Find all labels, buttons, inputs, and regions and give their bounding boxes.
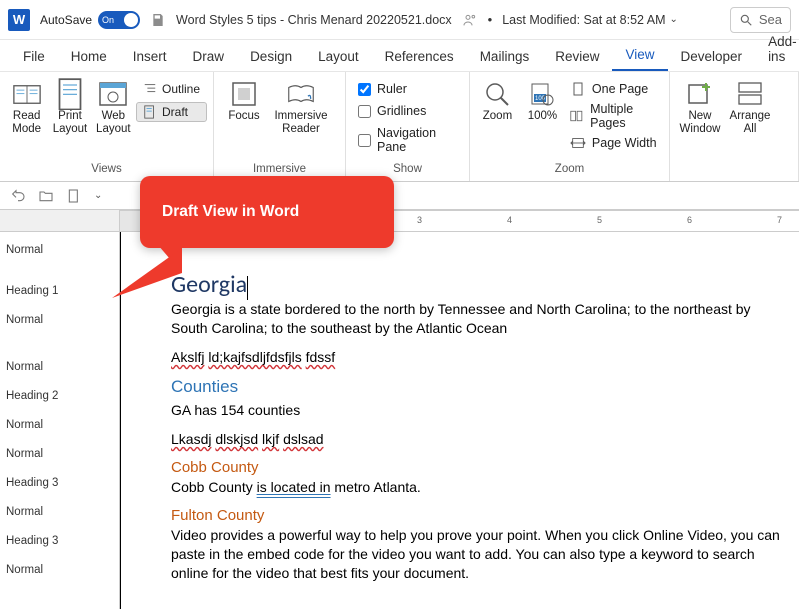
web-layout-icon (99, 80, 127, 108)
tab-review[interactable]: Review (542, 42, 612, 71)
undo-icon[interactable] (10, 188, 26, 204)
quick-access-row: ⌄ (0, 182, 799, 210)
multiple-pages-button[interactable]: Multiple Pages (570, 102, 663, 130)
ruler-gutter (0, 210, 120, 231)
style-row: Heading 3 (0, 529, 119, 558)
para-junk-1: Akslfj ld;kajfsdljfdsfjls fdssf (171, 348, 787, 367)
tab-layout[interactable]: Layout (305, 42, 372, 71)
tab-file[interactable]: File (10, 42, 58, 71)
gridlines-checkbox-input[interactable] (358, 105, 371, 118)
outline-icon (143, 82, 157, 96)
tab-mailings[interactable]: Mailings (467, 42, 543, 71)
para-counties: GA has 154 counties (171, 401, 787, 420)
tab-draw[interactable]: Draw (180, 42, 238, 71)
para-junk-2: Lkasdj dlskjsd lkjf dslsad (171, 430, 787, 449)
ribbon-group-views: Read Mode Print Layout Web Layout Outlin… (0, 72, 214, 181)
ribbon: Read Mode Print Layout Web Layout Outlin… (0, 72, 799, 182)
save-icon[interactable] (150, 12, 166, 28)
ribbon-group-window: New Window Arrange All (670, 72, 799, 181)
style-row: Normal (0, 442, 119, 471)
callout-text: Draft View in Word (162, 203, 299, 221)
draft-view-button[interactable]: Draft (136, 102, 207, 122)
word-app-icon: W (8, 9, 30, 31)
ruler-checkbox[interactable]: Ruler (358, 82, 407, 96)
arrange-all-button[interactable]: Arrange All (726, 76, 774, 136)
heading-georgia: Georgia (171, 270, 247, 299)
autosave-control[interactable]: AutoSave On (40, 11, 140, 29)
style-row: Heading 1 (0, 279, 119, 308)
style-row: Normal (0, 558, 119, 587)
new-window-icon (686, 80, 714, 108)
immersive-reader-button[interactable]: Immersive Reader (270, 76, 332, 136)
ribbon-group-zoom: Zoom 100 100% One Page Multiple Pages Pa… (470, 72, 670, 181)
one-page-icon (570, 82, 586, 96)
style-row: Heading 2 (0, 384, 119, 413)
draft-icon (143, 105, 157, 119)
text-cursor (247, 276, 248, 300)
last-modified-label[interactable]: Last Modified: Sat at 8:52 AM ⌄ (502, 13, 678, 27)
arrange-all-icon (736, 80, 764, 108)
style-area-pane: Normal Heading 1 Normal Normal Heading 2… (0, 232, 120, 609)
ribbon-group-immersive: Focus Immersive Reader Immersive (214, 72, 346, 181)
style-row: Normal (0, 355, 119, 384)
style-row: Heading 3 (0, 471, 119, 500)
autosave-label: AutoSave (40, 13, 92, 27)
page-width-icon (570, 136, 586, 150)
ribbon-tab-bar: File Home Insert Draw Design Layout Refe… (0, 40, 799, 72)
tab-references[interactable]: References (372, 42, 467, 71)
page-width-button[interactable]: Page Width (570, 136, 663, 150)
print-layout-button[interactable]: Print Layout (49, 76, 90, 136)
tab-developer[interactable]: Developer (668, 42, 756, 71)
read-mode-button[interactable]: Read Mode (6, 76, 47, 136)
heading-cobb: Cobb County (171, 459, 787, 476)
navpane-checkbox[interactable]: Navigation Pane (358, 126, 463, 154)
one-page-button[interactable]: One Page (570, 82, 663, 96)
navpane-checkbox-input[interactable] (358, 134, 371, 147)
document-title: Word Styles 5 tips - Chris Menard 202205… (176, 13, 452, 27)
heading-counties: Counties (171, 377, 787, 397)
style-row: Normal (0, 413, 119, 442)
tab-addins[interactable]: Add-ins (755, 27, 799, 71)
para-cobb: Cobb County is located in metro Atlanta. (171, 478, 787, 497)
autosave-toggle[interactable]: On (98, 11, 140, 29)
qat-dropdown-icon[interactable]: ⌄ (94, 190, 102, 201)
tab-view[interactable]: View (612, 40, 667, 71)
ribbon-group-show: Ruler Gridlines Navigation Pane Show (346, 72, 470, 181)
outline-view-button[interactable]: Outline (136, 79, 207, 99)
ruler-checkbox-input[interactable] (358, 83, 371, 96)
share-people-icon[interactable] (462, 12, 478, 28)
para-georgia: Georgia is a state bordered to the north… (171, 300, 787, 338)
tab-home[interactable]: Home (58, 42, 120, 71)
search-icon (739, 13, 753, 27)
heading-fulton: Fulton County (171, 507, 787, 524)
style-row: Normal (0, 308, 119, 337)
gridlines-checkbox[interactable]: Gridlines (358, 104, 426, 118)
callout-tail-icon (112, 218, 182, 308)
new-window-button[interactable]: New Window (676, 76, 724, 136)
read-mode-icon (13, 80, 41, 108)
group-label-zoom: Zoom (476, 163, 663, 181)
chevron-down-icon: ⌄ (670, 14, 678, 25)
title-bar: W AutoSave On Word Styles 5 tips - Chris… (0, 0, 799, 40)
annotation-callout: Draft View in Word (140, 176, 394, 248)
focus-button[interactable]: Focus (220, 76, 268, 123)
folder-icon[interactable] (38, 188, 54, 204)
group-label-window (676, 163, 792, 181)
tab-insert[interactable]: Insert (120, 42, 180, 71)
style-row: Normal (0, 500, 119, 529)
zoom-100-icon: 100 (528, 80, 556, 108)
zoom-icon (483, 80, 511, 108)
tab-design[interactable]: Design (237, 42, 305, 71)
print-layout-icon (56, 80, 84, 108)
immersive-reader-icon (287, 80, 315, 108)
new-doc-icon[interactable] (66, 188, 82, 204)
para-fulton: Video provides a powerful way to help yo… (171, 526, 787, 583)
style-row: Normal (0, 238, 119, 267)
multiple-pages-icon (570, 109, 584, 123)
document-page[interactable]: Georgia Georgia is a state bordered to t… (120, 232, 799, 609)
zoom-button[interactable]: Zoom (476, 76, 519, 123)
focus-icon (230, 80, 258, 108)
zoom-100-button[interactable]: 100 100% (521, 76, 564, 123)
web-layout-button[interactable]: Web Layout (93, 76, 134, 136)
